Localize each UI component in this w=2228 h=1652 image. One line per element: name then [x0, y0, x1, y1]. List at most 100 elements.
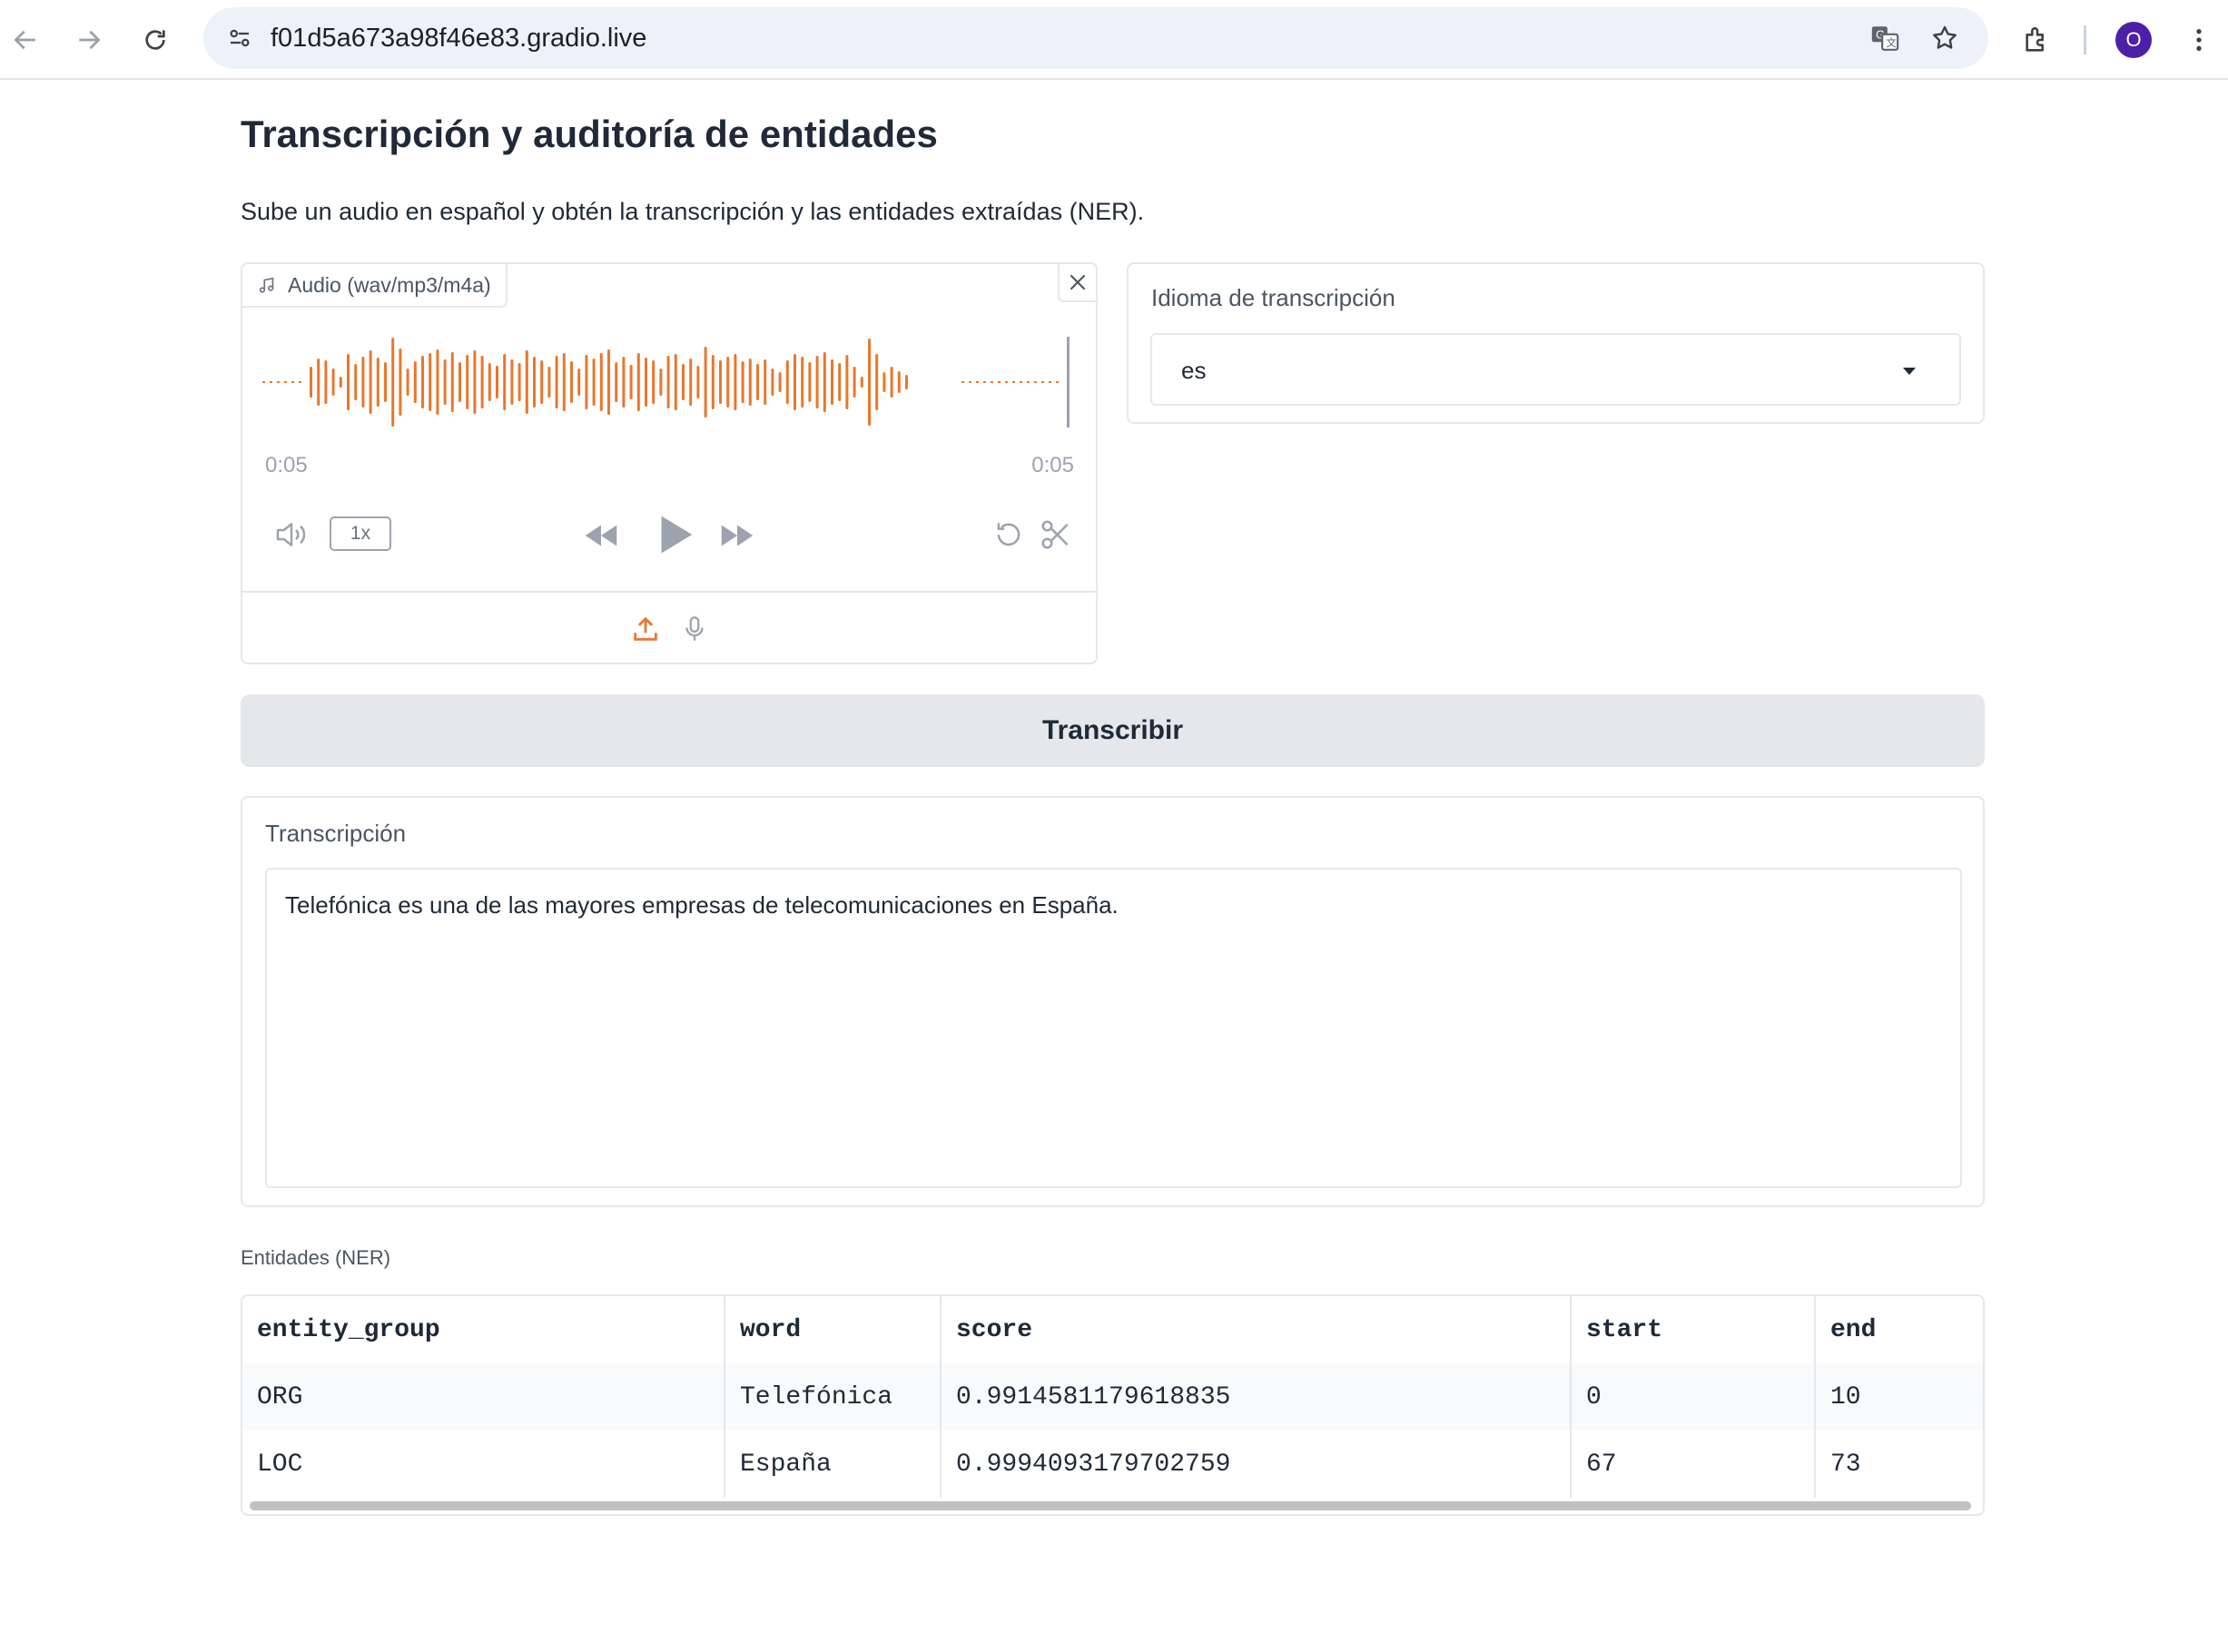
waveform-bar	[585, 355, 588, 409]
waveform-bar	[458, 362, 461, 402]
arrow-right-icon	[79, 30, 101, 50]
waveform-bar	[599, 353, 603, 411]
waveform-bar	[838, 363, 842, 401]
waveform-bar	[503, 354, 507, 410]
waveform-bar	[488, 363, 491, 401]
arrow-left-icon	[14, 30, 35, 50]
waveform-bar	[741, 361, 744, 403]
waveform-bar	[794, 354, 796, 410]
table-cell[interactable]: 0	[1571, 1363, 1816, 1431]
table-cell[interactable]: 0.9994093179702759	[941, 1431, 1572, 1498]
horizontal-scrollbar[interactable]	[250, 1501, 1971, 1510]
total-duration: 0:05	[1031, 453, 1074, 477]
waveform-bar	[496, 366, 498, 398]
table-cell[interactable]: LOC	[242, 1431, 725, 1498]
table-cell[interactable]: España	[725, 1431, 941, 1498]
translate-icon[interactable]: G文	[1865, 18, 1905, 58]
play-icon	[661, 516, 693, 554]
waveform-bar	[882, 372, 886, 392]
volume-icon	[276, 523, 306, 546]
waveform-bar	[868, 339, 871, 426]
reload-icon	[145, 30, 165, 50]
bookmark-star-icon[interactable]	[1925, 18, 1965, 58]
waveform-bar	[696, 366, 700, 398]
entities-table[interactable]: entity_group word score start end ORG Te…	[241, 1294, 1985, 1516]
volume-button[interactable]	[271, 515, 311, 555]
table-cell[interactable]: 10	[1815, 1363, 1983, 1431]
waveform-bar	[562, 353, 566, 411]
waveform-bar	[831, 359, 833, 405]
waveform-bar	[317, 359, 320, 406]
page-title: Transcripción y auditoría de entidades	[241, 113, 938, 155]
waveform-bar	[413, 361, 417, 403]
audio-label-text: Audio (wav/mp3/m4a)	[288, 272, 491, 297]
column-header[interactable]: start	[1571, 1296, 1816, 1363]
column-header[interactable]: entity_group	[242, 1296, 725, 1363]
table-cell[interactable]: 67	[1571, 1431, 1816, 1498]
language-dropdown[interactable]: es	[1150, 333, 1961, 406]
waveform-bar	[659, 369, 663, 396]
waveform-bar	[615, 362, 618, 402]
waveform-bar	[853, 367, 856, 398]
waveform-bar	[801, 357, 804, 408]
kebab-menu-icon[interactable]	[2175, 16, 2223, 64]
table-row: ORG Telefónica 0.9914581179618835 0 10	[242, 1363, 1983, 1431]
transcription-panel: Transcripción Telefónica es una de las m…	[241, 796, 1985, 1207]
waveform-bar	[547, 367, 551, 398]
language-panel: Idioma de transcripción es	[1127, 262, 1985, 424]
site-info-icon[interactable]	[220, 18, 260, 58]
profile-avatar[interactable]: O	[2115, 22, 2152, 58]
page-description: Sube un audio en español y obtén la tran…	[241, 198, 1145, 225]
column-header[interactable]: score	[941, 1296, 1572, 1363]
waveform-bar	[652, 360, 656, 404]
table-cell[interactable]: 0.9914581179618835	[941, 1363, 1572, 1431]
waveform-bar	[666, 356, 670, 408]
microphone-source-button[interactable]	[675, 609, 715, 649]
waveform-bar	[711, 355, 715, 409]
rewind-icon	[585, 525, 617, 546]
skip-backward-button[interactable]	[578, 513, 624, 558]
waveform-bar	[347, 354, 350, 410]
waveform-bar	[636, 353, 640, 411]
column-header[interactable]: word	[725, 1296, 941, 1363]
undo-icon	[997, 523, 1020, 546]
table-cell[interactable]: 73	[1815, 1431, 1983, 1498]
table-header-row: entity_group word score start end	[242, 1296, 1983, 1363]
transcribe-button[interactable]: Transcribir	[241, 694, 1985, 767]
waveform-bar	[555, 356, 558, 408]
playback-rate-button[interactable]: 1x	[330, 516, 391, 551]
forward-button[interactable]	[65, 16, 113, 64]
play-button[interactable]	[646, 506, 704, 564]
waveform-bar	[756, 364, 759, 400]
table-row: LOC España 0.9994093179702759 67 73	[242, 1431, 1983, 1498]
waveform-bar	[875, 354, 879, 410]
toolbar-divider	[2084, 25, 2086, 54]
clear-audio-button[interactable]	[1058, 264, 1096, 302]
transcription-textbox[interactable]: Telefónica es una de las mayores empresa…	[265, 868, 1962, 1188]
upload-source-button[interactable]	[626, 609, 665, 649]
reload-button[interactable]	[132, 16, 179, 64]
waveform-bar	[890, 367, 893, 398]
waveform-bar	[384, 362, 387, 402]
upload-icon	[634, 616, 657, 641]
waveform-bar	[310, 367, 312, 398]
audio-waveform[interactable]	[262, 328, 1079, 437]
reset-button[interactable]	[989, 515, 1029, 555]
waveform-bar	[450, 352, 454, 412]
waveform-bar	[331, 369, 335, 396]
back-button[interactable]	[2, 16, 49, 64]
waveform-bar	[689, 359, 693, 406]
extensions-icon[interactable]	[2014, 16, 2061, 64]
address-bar[interactable]: f01d5a673a98f46e83.gradio.live G文	[203, 7, 1988, 69]
waveform-bar	[897, 371, 901, 393]
playhead[interactable]	[1067, 337, 1070, 428]
table-cell[interactable]: Telefónica	[725, 1363, 941, 1431]
waveform-bar	[391, 338, 395, 427]
column-header[interactable]: end	[1815, 1296, 1983, 1363]
audio-label: Audio (wav/mp3/m4a)	[242, 264, 508, 308]
url-text[interactable]: f01d5a673a98f46e83.gradio.live	[271, 7, 646, 69]
trim-button[interactable]	[1036, 515, 1076, 555]
table-cell[interactable]: ORG	[242, 1363, 725, 1431]
skip-forward-button[interactable]	[715, 513, 760, 558]
microphone-icon	[685, 616, 704, 641]
